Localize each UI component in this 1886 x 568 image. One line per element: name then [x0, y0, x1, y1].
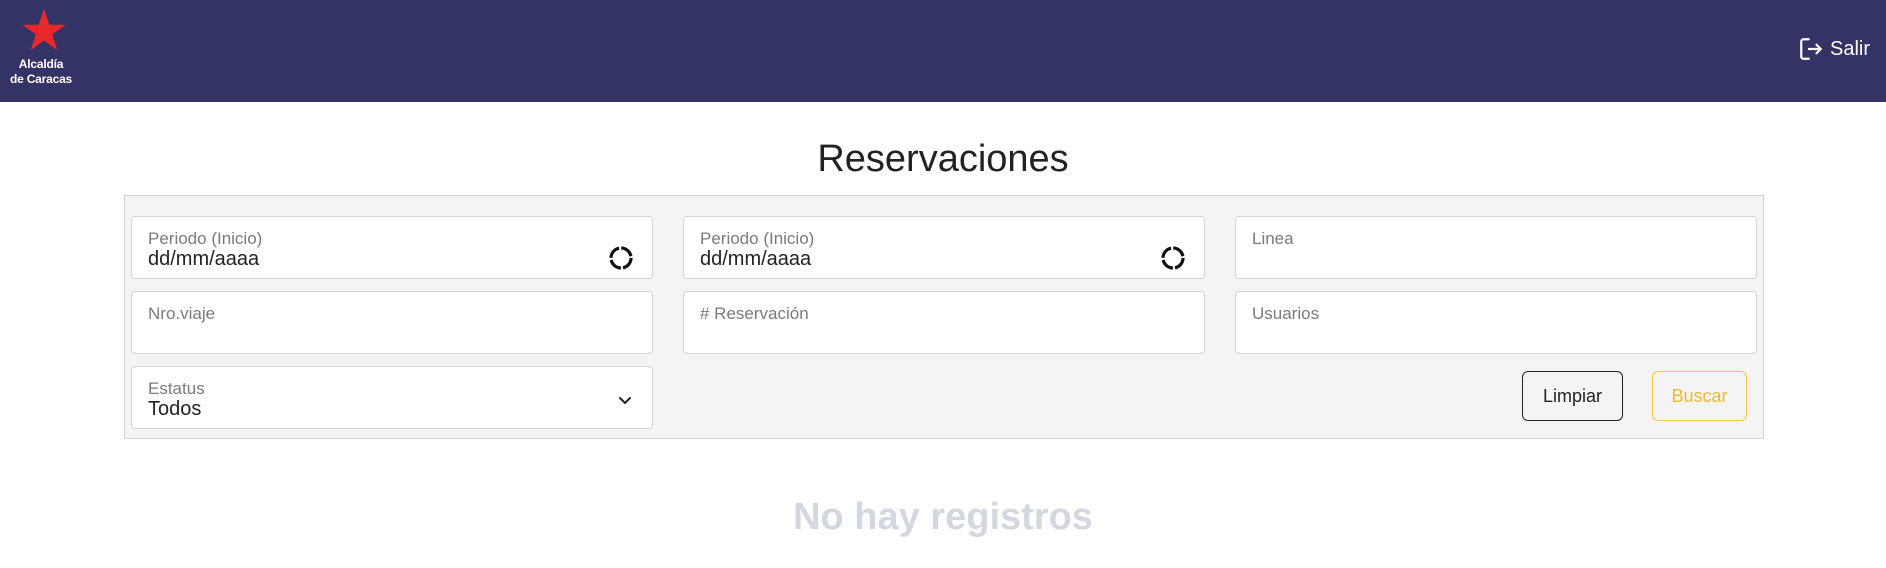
line-input[interactable]: Linea [1235, 216, 1757, 279]
start-date-field[interactable]: Periodo (Inicio) dd/mm/aaaa [131, 216, 653, 279]
empty-state-message: No hay registros [793, 496, 1093, 538]
users-label: Usuarios [1252, 304, 1320, 323]
clear-button[interactable]: Limpiar [1522, 371, 1623, 421]
end-date-value[interactable]: dd/mm/aaaa [700, 248, 811, 271]
chevron-down-icon [619, 397, 631, 404]
logo-line-2: de Caracas [9, 72, 73, 86]
trip-number-input[interactable]: Nro.viaje [131, 291, 653, 354]
logout-button[interactable]: Salir [1798, 34, 1870, 64]
status-label: Estatus [148, 379, 205, 398]
end-date-label: Periodo (Inicio) [700, 229, 815, 248]
users-input[interactable]: Usuarios [1235, 291, 1757, 354]
calendar-icon[interactable] [1160, 245, 1186, 271]
reservation-number-input[interactable]: # Reservación [683, 291, 1205, 354]
status-value: Todos [148, 398, 202, 420]
logout-icon [1800, 38, 1822, 60]
reservation-number-label: # Reservación [700, 304, 809, 323]
red-star-icon [22, 8, 66, 51]
top-header: Alcaldía de Caracas Salir [0, 0, 1886, 102]
search-button[interactable]: Buscar [1652, 371, 1747, 421]
status-select[interactable]: Estatus Todos [131, 366, 653, 429]
end-date-field[interactable]: Periodo (Inicio) dd/mm/aaaa [683, 216, 1205, 279]
alcaldia-logo[interactable]: Alcaldía de Caracas [8, 8, 78, 90]
line-label: Linea [1252, 229, 1294, 248]
logout-label: Salir [1829, 37, 1870, 60]
page-title: Reservaciones [817, 138, 1069, 180]
start-date-label: Periodo (Inicio) [148, 229, 263, 248]
logo-line-1: Alcaldía [18, 57, 64, 71]
filter-panel: Periodo (Inicio) dd/mm/aaaa Periodo (Ini… [124, 195, 1764, 439]
trip-number-label: Nro.viaje [148, 304, 216, 323]
calendar-icon[interactable] [608, 245, 634, 271]
start-date-value[interactable]: dd/mm/aaaa [148, 248, 259, 271]
logo-text: Alcaldía de Caracas [8, 57, 74, 87]
